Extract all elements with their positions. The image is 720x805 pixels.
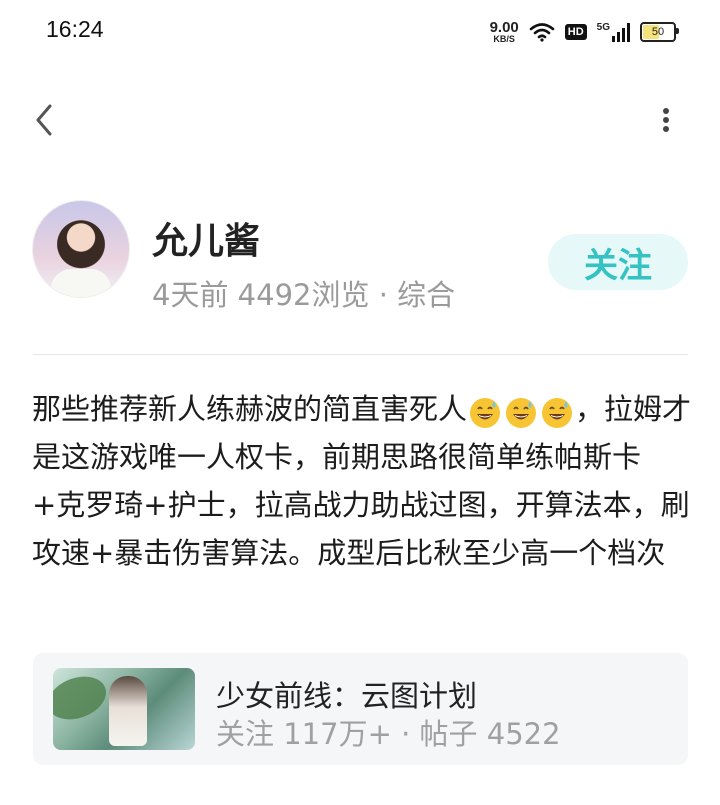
status-bar: 16:24 9.00 KB/S HD 5G 50	[0, 0, 720, 64]
signal-label: 5G	[596, 22, 610, 33]
network-speed-unit: KB/S	[493, 34, 515, 44]
status-icons: 9.00 KB/S HD 5G 50	[490, 18, 679, 46]
game-thumbnail	[53, 668, 195, 750]
signal-icon: 5G	[597, 22, 630, 42]
signal-bar	[622, 28, 625, 42]
network-speed-value: 9.00	[489, 19, 519, 36]
game-stats: 关注 117万+ · 帖子 4522	[216, 717, 561, 751]
status-time: 16:24	[46, 16, 104, 42]
grinning-sweat-emoji-icon	[469, 395, 501, 428]
avatar-detail	[51, 269, 111, 297]
post-content: 那些推荐新人练赫波的简直害死人 ，拉姆才是这游戏唯一人权卡，前期思路很简单练帕斯卡…	[32, 385, 692, 577]
user-name[interactable]: 允儿酱	[152, 212, 260, 264]
divider	[33, 354, 688, 355]
grinning-sweat-emoji-icon	[505, 395, 537, 428]
game-card[interactable]: 少女前线：云图计划 关注 117万+ · 帖子 4522	[33, 653, 688, 765]
signal-bar	[627, 23, 630, 42]
avatar[interactable]	[33, 201, 129, 297]
battery-icon: 50	[640, 22, 679, 42]
game-title: 少女前线：云图计划	[216, 679, 478, 713]
post-meta: 4天前 4492浏览 · 综合	[152, 278, 456, 312]
grinning-sweat-emoji-icon	[541, 395, 573, 428]
battery-level: 50	[651, 26, 665, 38]
signal-bar	[617, 32, 620, 42]
wifi-icon	[529, 23, 555, 42]
network-speed: 9.00 KB/S	[490, 20, 519, 44]
follow-button[interactable]: 关注	[548, 234, 688, 290]
thumbnail-detail	[109, 676, 147, 746]
post-text-start: 那些推荐新人练赫波的简直害死人	[32, 392, 468, 426]
more-vertical-icon[interactable]	[654, 100, 678, 140]
signal-bar	[612, 36, 615, 42]
thumbnail-detail	[53, 668, 113, 728]
chevron-left-icon[interactable]	[30, 100, 58, 140]
hd-icon: HD	[564, 24, 587, 40]
